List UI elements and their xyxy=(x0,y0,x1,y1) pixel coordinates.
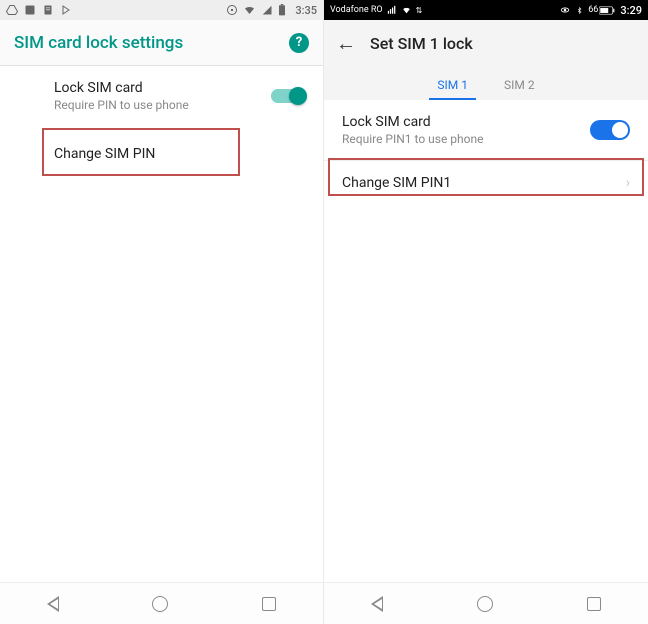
nav-bar xyxy=(324,582,648,624)
wifi-icon xyxy=(401,5,412,15)
wifi-icon xyxy=(243,4,256,16)
change-pin-title: Change SIM PIN1 xyxy=(342,175,626,191)
lock-sim-subtitle: Require PIN to use phone xyxy=(54,98,271,112)
back-icon[interactable]: ← xyxy=(336,31,356,56)
clock-text: 3:35 xyxy=(295,4,317,17)
change-pin-row[interactable]: Change SIM PIN xyxy=(0,126,323,182)
signal-icon xyxy=(387,5,397,15)
header-bar: ← Set SIM 1 lock xyxy=(324,20,648,66)
battery-icon xyxy=(599,6,615,15)
change-pin-title: Change SIM PIN xyxy=(54,146,305,162)
nav-recents-icon[interactable] xyxy=(587,597,601,611)
battery-text: 66 xyxy=(588,5,598,15)
nav-back-icon[interactable] xyxy=(371,596,383,612)
lock-sim-toggle[interactable] xyxy=(590,120,630,140)
change-pin-row[interactable]: Change SIM PIN1 › xyxy=(324,160,648,205)
content-area: Lock SIM card Require PIN to use phone C… xyxy=(0,66,323,582)
lock-sim-title: Lock SIM card xyxy=(54,80,271,96)
phone-left: 3:35 SIM card lock settings ? Lock SIM c… xyxy=(0,0,324,624)
drive-icon xyxy=(6,4,18,16)
chevron-right-icon: › xyxy=(626,175,630,191)
status-bar: 3:35 xyxy=(0,0,323,20)
tab-sim1[interactable]: SIM 1 xyxy=(433,72,472,100)
tab-sim2[interactable]: SIM 2 xyxy=(500,72,539,100)
header-bar: SIM card lock settings ? xyxy=(0,20,323,66)
clock-text: 3:29 xyxy=(620,4,642,17)
carrier-text: Vodafone RO xyxy=(330,5,383,15)
page-title: Set SIM 1 lock xyxy=(370,34,473,53)
play-icon xyxy=(60,4,72,16)
lock-sim-row[interactable]: Lock SIM card Require PIN to use phone xyxy=(0,66,323,126)
nav-back-icon[interactable] xyxy=(47,596,59,612)
lock-sim-row[interactable]: Lock SIM card Require PIN1 to use phone xyxy=(324,100,648,160)
signal-icon xyxy=(261,4,273,16)
status-bar: Vodafone RO ⇅ 66 3:29 xyxy=(324,0,648,20)
nav-home-icon[interactable] xyxy=(152,596,168,612)
eye-icon xyxy=(559,5,571,15)
help-icon[interactable]: ? xyxy=(289,33,309,53)
battery-icon xyxy=(278,4,286,16)
image-icon xyxy=(24,4,36,16)
lock-sim-title: Lock SIM card xyxy=(342,114,590,130)
volte-icon: ⇅ xyxy=(416,6,423,15)
nav-home-icon[interactable] xyxy=(477,596,493,612)
document-icon xyxy=(42,4,54,16)
rotate-icon xyxy=(226,4,238,16)
content-area: Lock SIM card Require PIN1 to use phone … xyxy=(324,100,648,582)
phone-right: Vodafone RO ⇅ 66 3:29 ← Set SIM 1 lock S… xyxy=(324,0,648,624)
lock-sim-subtitle: Require PIN1 to use phone xyxy=(342,132,590,146)
nav-bar xyxy=(0,582,323,624)
bluetooth-icon xyxy=(576,5,583,16)
page-title: SIM card lock settings xyxy=(14,33,289,53)
lock-sim-toggle[interactable] xyxy=(271,89,305,103)
nav-recents-icon[interactable] xyxy=(262,597,276,611)
sim-tabs: SIM 1 SIM 2 xyxy=(324,66,648,100)
